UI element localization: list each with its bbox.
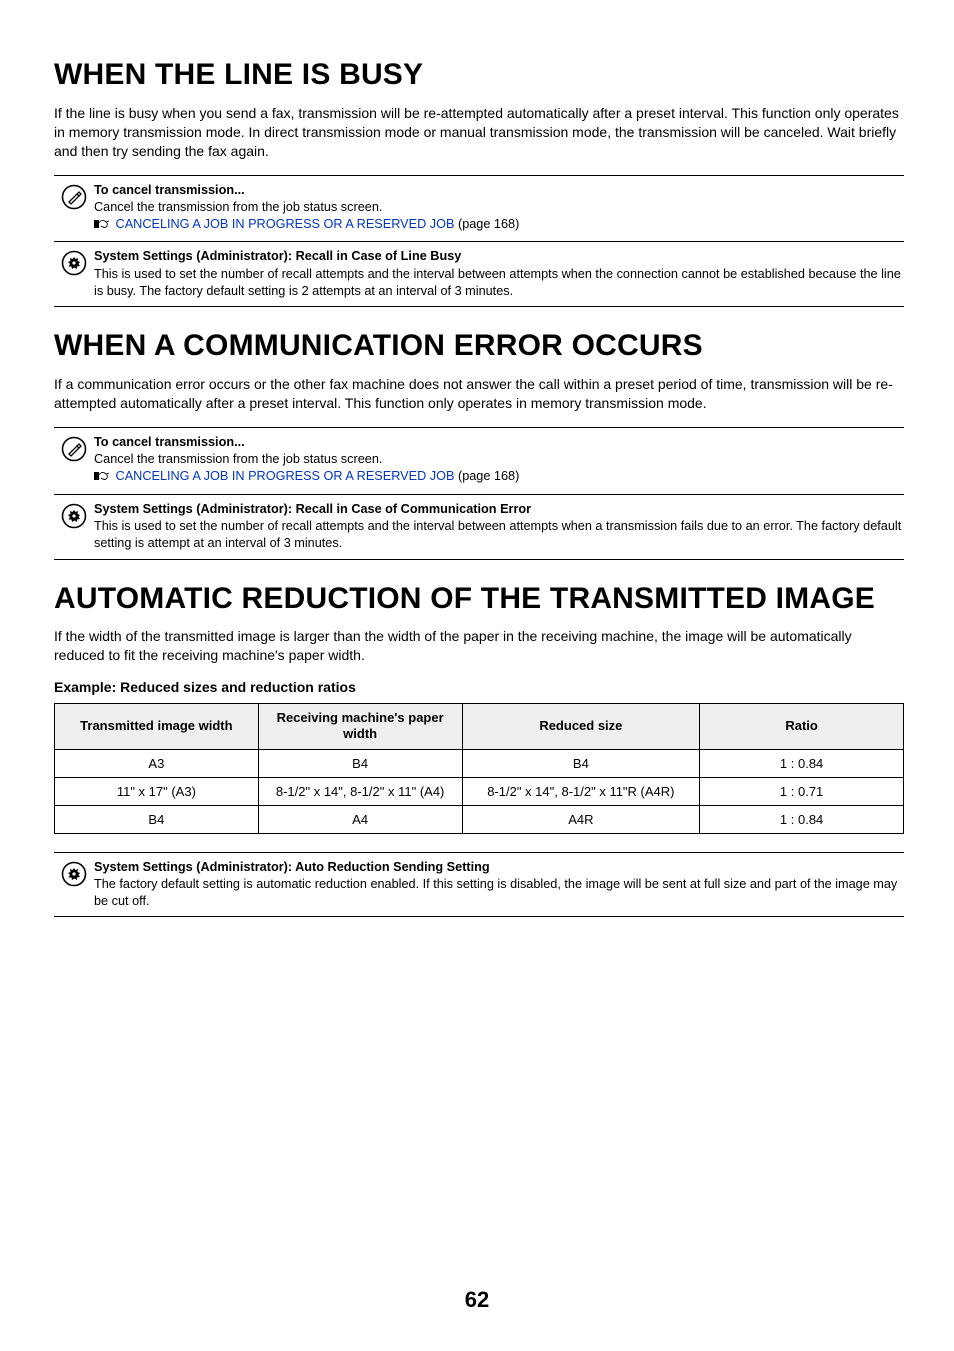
pencil-icon [54,434,94,462]
page-ref: (page 168) [454,469,519,483]
note-auto-reduction-body: The factory default setting is automatic… [94,877,897,908]
gear-icon [54,248,94,276]
reduction-table: Transmitted image width Receiving machin… [54,703,904,834]
heading-comm-error: WHEN A COMMUNICATION ERROR OCCURS [54,329,904,363]
table-header-row: Transmitted image width Receiving machin… [55,704,904,750]
td: 11" x 17" (A3) [55,777,259,805]
note-recall-busy-title: System Settings (Administrator): Recall … [94,248,904,265]
th-receiving-width: Receiving machine's paper width [258,704,462,750]
td: B4 [55,805,259,833]
th-ratio: Ratio [700,704,904,750]
body-line-busy: If the line is busy when you send a fax,… [54,104,904,161]
pencil-icon [54,182,94,210]
table-row: 11" x 17" (A3) 8-1/2" x 14", 8-1/2" x 11… [55,777,904,805]
note-auto-reduction-setting: System Settings (Administrator): Auto Re… [54,852,904,918]
link-pointer-icon [94,218,110,235]
td: 8-1/2" x 14", 8-1/2" x 11"R (A4R) [462,777,700,805]
th-transmitted-width: Transmitted image width [55,704,259,750]
note-recall-error-body: This is used to set the number of recall… [94,519,901,550]
link-pointer-icon [94,470,110,487]
note-cancel-error-line: Cancel the transmission from the job sta… [94,452,382,466]
heading-line-busy: WHEN THE LINE IS BUSY [54,58,904,92]
table-row: A3 B4 B4 1 : 0.84 [55,749,904,777]
td: 1 : 0.84 [700,749,904,777]
table-caption: Example: Reduced sizes and reduction rat… [54,679,904,695]
document-page: WHEN THE LINE IS BUSY If the line is bus… [0,0,954,1351]
table-row: B4 A4 A4R 1 : 0.84 [55,805,904,833]
td: 8-1/2" x 14", 8-1/2" x 11" (A4) [258,777,462,805]
td: 1 : 0.71 [700,777,904,805]
gear-icon [54,501,94,529]
note-recall-busy-body: This is used to set the number of recall… [94,267,901,298]
note-cancel-error: To cancel transmission... Cancel the tra… [54,427,904,495]
note-recall-error: System Settings (Administrator): Recall … [54,495,904,560]
td: A4 [258,805,462,833]
note-cancel-busy: To cancel transmission... Cancel the tra… [54,175,904,243]
link-cancel-job[interactable]: CANCELING A JOB IN PROGRESS OR A RESERVE… [116,217,455,231]
td: A3 [55,749,259,777]
note-auto-reduction-title: System Settings (Administrator): Auto Re… [94,859,904,876]
th-reduced-size: Reduced size [462,704,700,750]
note-recall-error-title: System Settings (Administrator): Recall … [94,501,904,518]
note-cancel-error-title: To cancel transmission... [94,434,904,451]
page-number: 62 [0,1287,954,1313]
note-cancel-line: Cancel the transmission from the job sta… [94,200,382,214]
body-auto-reduction: If the width of the transmitted image is… [54,627,904,665]
heading-auto-reduction: AUTOMATIC REDUCTION OF THE TRANSMITTED I… [54,582,904,616]
note-recall-busy: System Settings (Administrator): Recall … [54,242,904,307]
note-cancel-title: To cancel transmission... [94,182,904,199]
td: B4 [258,749,462,777]
td: A4R [462,805,700,833]
gear-icon [54,859,94,887]
body-comm-error: If a communication error occurs or the o… [54,375,904,413]
link-cancel-job[interactable]: CANCELING A JOB IN PROGRESS OR A RESERVE… [116,469,455,483]
page-ref: (page 168) [454,217,519,231]
td: 1 : 0.84 [700,805,904,833]
td: B4 [462,749,700,777]
